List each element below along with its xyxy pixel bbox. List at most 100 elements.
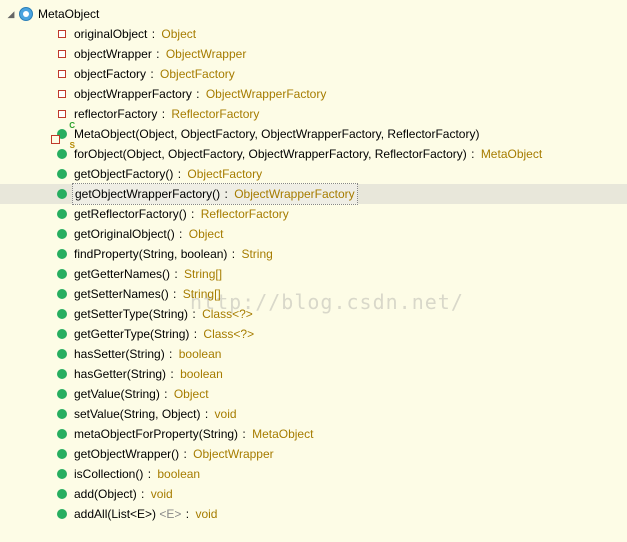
member-name: getGetterType(String)	[74, 327, 189, 341]
type-separator: :	[202, 407, 212, 421]
return-type: void	[215, 407, 237, 421]
field-icon	[54, 86, 70, 102]
type-separator: :	[138, 487, 148, 501]
return-type: ObjectWrapper	[193, 447, 273, 461]
method-icon: S	[54, 146, 70, 162]
member-row[interactable]: getGetterNames() : String[]	[0, 264, 627, 284]
member-row[interactable]: C MetaObject(Object, ObjectFactory, Objec…	[0, 124, 627, 144]
member-name: getObjectWrapperFactory()	[75, 187, 220, 201]
method-icon	[54, 306, 70, 322]
method-icon	[54, 226, 70, 242]
method-icon	[54, 326, 70, 342]
member-name: originalObject	[74, 27, 147, 41]
member-name: findProperty(String, boolean)	[74, 247, 227, 261]
member-name: getSetterNames()	[74, 287, 169, 301]
return-type: Object	[189, 227, 224, 241]
member-row[interactable]: getSetterNames() : String[]	[0, 284, 627, 304]
member-row[interactable]: isCollection() : boolean	[0, 464, 627, 484]
method-icon	[54, 206, 70, 222]
return-type: boolean	[179, 347, 222, 361]
type-separator: :	[166, 347, 176, 361]
return-type: Object	[161, 27, 196, 41]
class-row[interactable]: ◢ MetaObject	[0, 4, 627, 24]
member-row[interactable]: add(Object) : void	[0, 484, 627, 504]
method-icon	[54, 366, 70, 382]
type-separator: :	[161, 387, 171, 401]
member-name: addAll(List<E>)	[74, 507, 156, 521]
method-icon	[54, 386, 70, 402]
method-icon	[54, 286, 70, 302]
type-separator: :	[468, 147, 478, 161]
member-name: getObjectWrapper()	[74, 447, 179, 461]
member-name: metaObjectForProperty(String)	[74, 427, 238, 441]
type-separator: :	[153, 47, 163, 61]
member-name: getSetterType(String)	[74, 307, 188, 321]
class-icon	[18, 6, 34, 22]
member-row[interactable]: setValue(String, Object) : void	[0, 404, 627, 424]
return-type: String	[241, 247, 272, 261]
return-type: MetaObject	[252, 427, 313, 441]
member-row[interactable]: objectWrapperFactory : ObjectWrapperFact…	[0, 84, 627, 104]
member-row[interactable]: getOriginalObject() : Object	[0, 224, 627, 244]
return-type: boolean	[157, 467, 200, 481]
return-type: String[]	[184, 267, 222, 281]
member-name: getObjectFactory()	[74, 167, 173, 181]
member-name: isCollection()	[74, 467, 143, 481]
member-row[interactable]: metaObjectForProperty(String) : MetaObje…	[0, 424, 627, 444]
generic-params: <E>	[159, 507, 181, 521]
member-name: hasGetter(String)	[74, 367, 166, 381]
member-row[interactable]: getGetterType(String) : Class<?>	[0, 324, 627, 344]
constructor-icon: C	[54, 126, 70, 142]
method-icon	[54, 166, 70, 182]
member-name: getOriginalObject()	[74, 227, 175, 241]
type-separator: :	[147, 67, 157, 81]
member-row[interactable]: originalObject : Object	[0, 24, 627, 44]
member-name: MetaObject(Object, ObjectFactory, Object…	[74, 127, 479, 141]
method-icon	[54, 466, 70, 482]
type-separator: :	[189, 307, 199, 321]
member-row[interactable]: getObjectFactory() : ObjectFactory	[0, 164, 627, 184]
return-type: Class<?>	[203, 327, 254, 341]
member-row[interactable]: findProperty(String, boolean) : String	[0, 244, 627, 264]
method-icon	[54, 346, 70, 362]
type-separator: :	[148, 27, 158, 41]
return-type: ReflectorFactory	[201, 207, 289, 221]
member-name: reflectorFactory	[74, 107, 157, 121]
return-type: MetaObject	[481, 147, 542, 161]
member-name: add(Object)	[74, 487, 137, 501]
member-row[interactable]: reflectorFactory : ReflectorFactory	[0, 104, 627, 124]
return-type: ObjectFactory	[187, 167, 262, 181]
type-separator: :	[228, 247, 238, 261]
member-row[interactable]: hasGetter(String) : boolean	[0, 364, 627, 384]
type-separator: :	[167, 367, 177, 381]
type-separator: :	[176, 227, 186, 241]
member-row[interactable]: SforObject(Object, ObjectFactory, Object…	[0, 144, 627, 164]
return-type: Object	[174, 387, 209, 401]
member-row[interactable]: getSetterType(String) : Class<?>	[0, 304, 627, 324]
member-row[interactable]: objectWrapper : ObjectWrapper	[0, 44, 627, 64]
class-name: MetaObject	[38, 4, 99, 24]
field-icon	[54, 106, 70, 122]
return-type: ObjectFactory	[160, 67, 235, 81]
method-icon	[54, 186, 70, 202]
member-row[interactable]: getReflectorFactory() : ReflectorFactory	[0, 204, 627, 224]
type-separator: :	[170, 287, 180, 301]
member-row[interactable]: getObjectWrapperFactory() : ObjectWrappe…	[0, 184, 627, 204]
member-row[interactable]: objectFactory : ObjectFactory	[0, 64, 627, 84]
return-type: ReflectorFactory	[171, 107, 259, 121]
outline-tree: ◢MetaObjectoriginalObject : Objectobject…	[0, 4, 627, 524]
member-row[interactable]: getObjectWrapper() : ObjectWrapper	[0, 444, 627, 464]
member-name: getValue(String)	[74, 387, 160, 401]
method-icon	[54, 446, 70, 462]
expander-icon[interactable]: ◢	[4, 4, 18, 24]
member-row[interactable]: addAll(List<E>) <E> : void	[0, 504, 627, 524]
member-row[interactable]: getValue(String) : Object	[0, 384, 627, 404]
method-icon	[54, 506, 70, 522]
member-name: forObject(Object, ObjectFactory, ObjectW…	[74, 147, 467, 161]
member-name: objectFactory	[74, 67, 146, 81]
member-row[interactable]: hasSetter(String) : boolean	[0, 344, 627, 364]
member-name: getReflectorFactory()	[74, 207, 187, 221]
type-separator: :	[221, 187, 231, 201]
method-icon	[54, 406, 70, 422]
field-icon	[54, 66, 70, 82]
